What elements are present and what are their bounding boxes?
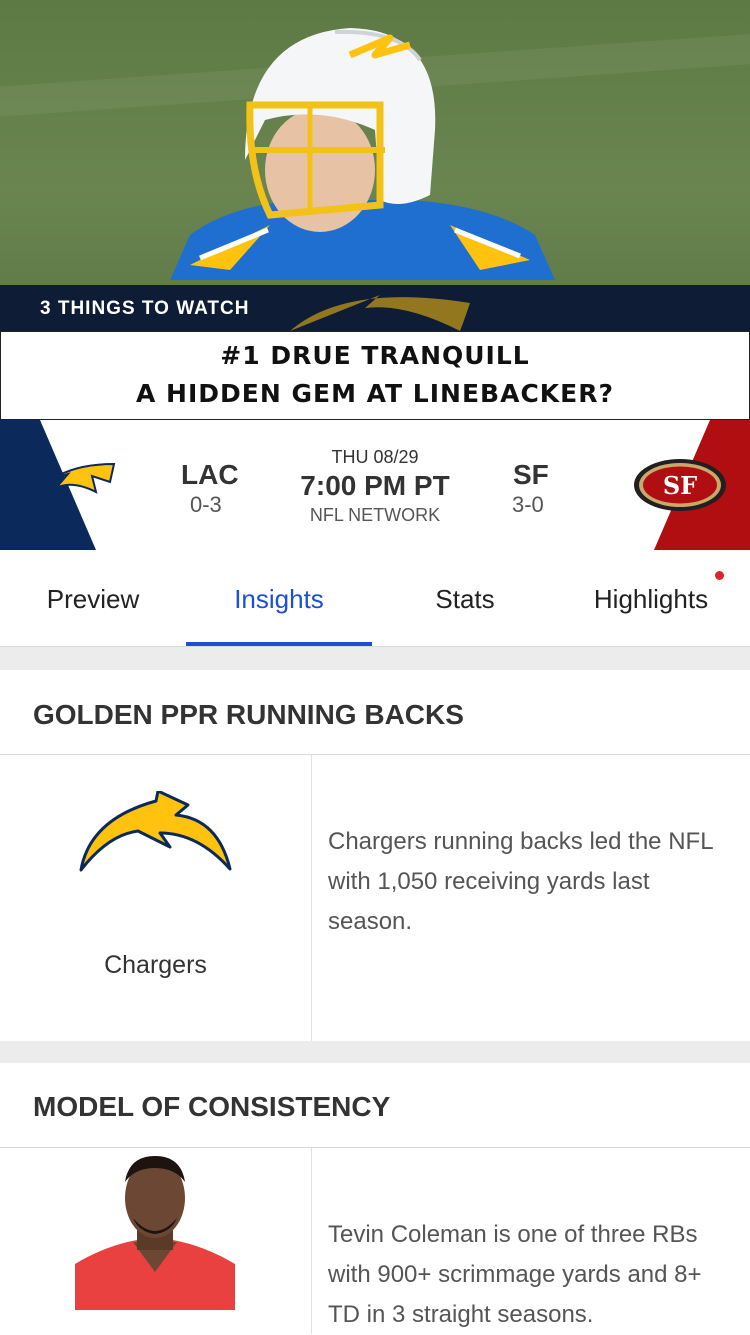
- headline-line-2: A HIDDEN GEM AT LINEBACKER?: [135, 379, 614, 408]
- tab-bar: Preview Insights Stats Highlights: [0, 550, 750, 647]
- away-team-record: 3-0: [512, 492, 544, 517]
- game-time: 7:00 PM PT: [300, 470, 450, 501]
- insight-card-1-text: Chargers running backs led the NFL with …: [328, 828, 713, 935]
- section-gap: [0, 647, 750, 670]
- tab-stats[interactable]: Stats: [372, 550, 558, 646]
- segment-bar: 3 THINGS TO WATCH: [0, 285, 750, 331]
- insight-card-2[interactable]: Tevin Coleman is one of three RBs with 9…: [0, 1148, 750, 1334]
- player-image: [170, 28, 555, 280]
- game-score-header: SF LAC 0-3 THU 08/29 7:00 PM PT NFL NETW…: [0, 420, 750, 550]
- insight-card-2-text: Tevin Coleman is one of three RBs with 9…: [328, 1221, 702, 1328]
- game-date: THU 08/29: [331, 447, 419, 467]
- tab-insights[interactable]: Insights: [186, 550, 372, 646]
- tab-preview[interactable]: Preview: [0, 550, 186, 646]
- section-gap: [0, 1041, 750, 1063]
- card-divider: [311, 755, 312, 1041]
- tab-highlights-label: Highlights: [593, 584, 709, 614]
- player-headshot: [75, 1156, 235, 1310]
- insight-card-1-header: GOLDEN PPR RUNNING BACKS: [0, 670, 750, 755]
- insight-card-1-title: GOLDEN PPR RUNNING BACKS: [33, 699, 464, 730]
- notification-dot: [715, 571, 724, 580]
- away-team-abbr: SF: [513, 459, 549, 490]
- chargers-bolt-icon: [79, 791, 232, 872]
- tab-highlights[interactable]: Highlights: [558, 550, 744, 646]
- insight-card-2-title: MODEL OF CONSISTENCY: [33, 1091, 391, 1122]
- headline-box: #1 DRUE TRANQUILL A HIDDEN GEM AT LINEBA…: [0, 331, 750, 420]
- insight-card-1-subject: Chargers: [104, 951, 207, 979]
- video-player[interactable]: 3 THINGS TO WATCH #1 DRUE TRANQUILL A HI…: [0, 0, 750, 420]
- card-divider: [311, 1148, 312, 1334]
- insight-card-1[interactable]: Chargers Chargers running backs led the …: [0, 755, 750, 1041]
- game-network: NFL NETWORK: [309, 505, 441, 525]
- insight-card-2-header: MODEL OF CONSISTENCY: [0, 1063, 750, 1148]
- segment-label: 3 THINGS TO WATCH: [40, 298, 250, 319]
- headline-line-1: #1 DRUE TRANQUILL: [220, 341, 530, 370]
- chargers-bolt-icon: [290, 295, 470, 331]
